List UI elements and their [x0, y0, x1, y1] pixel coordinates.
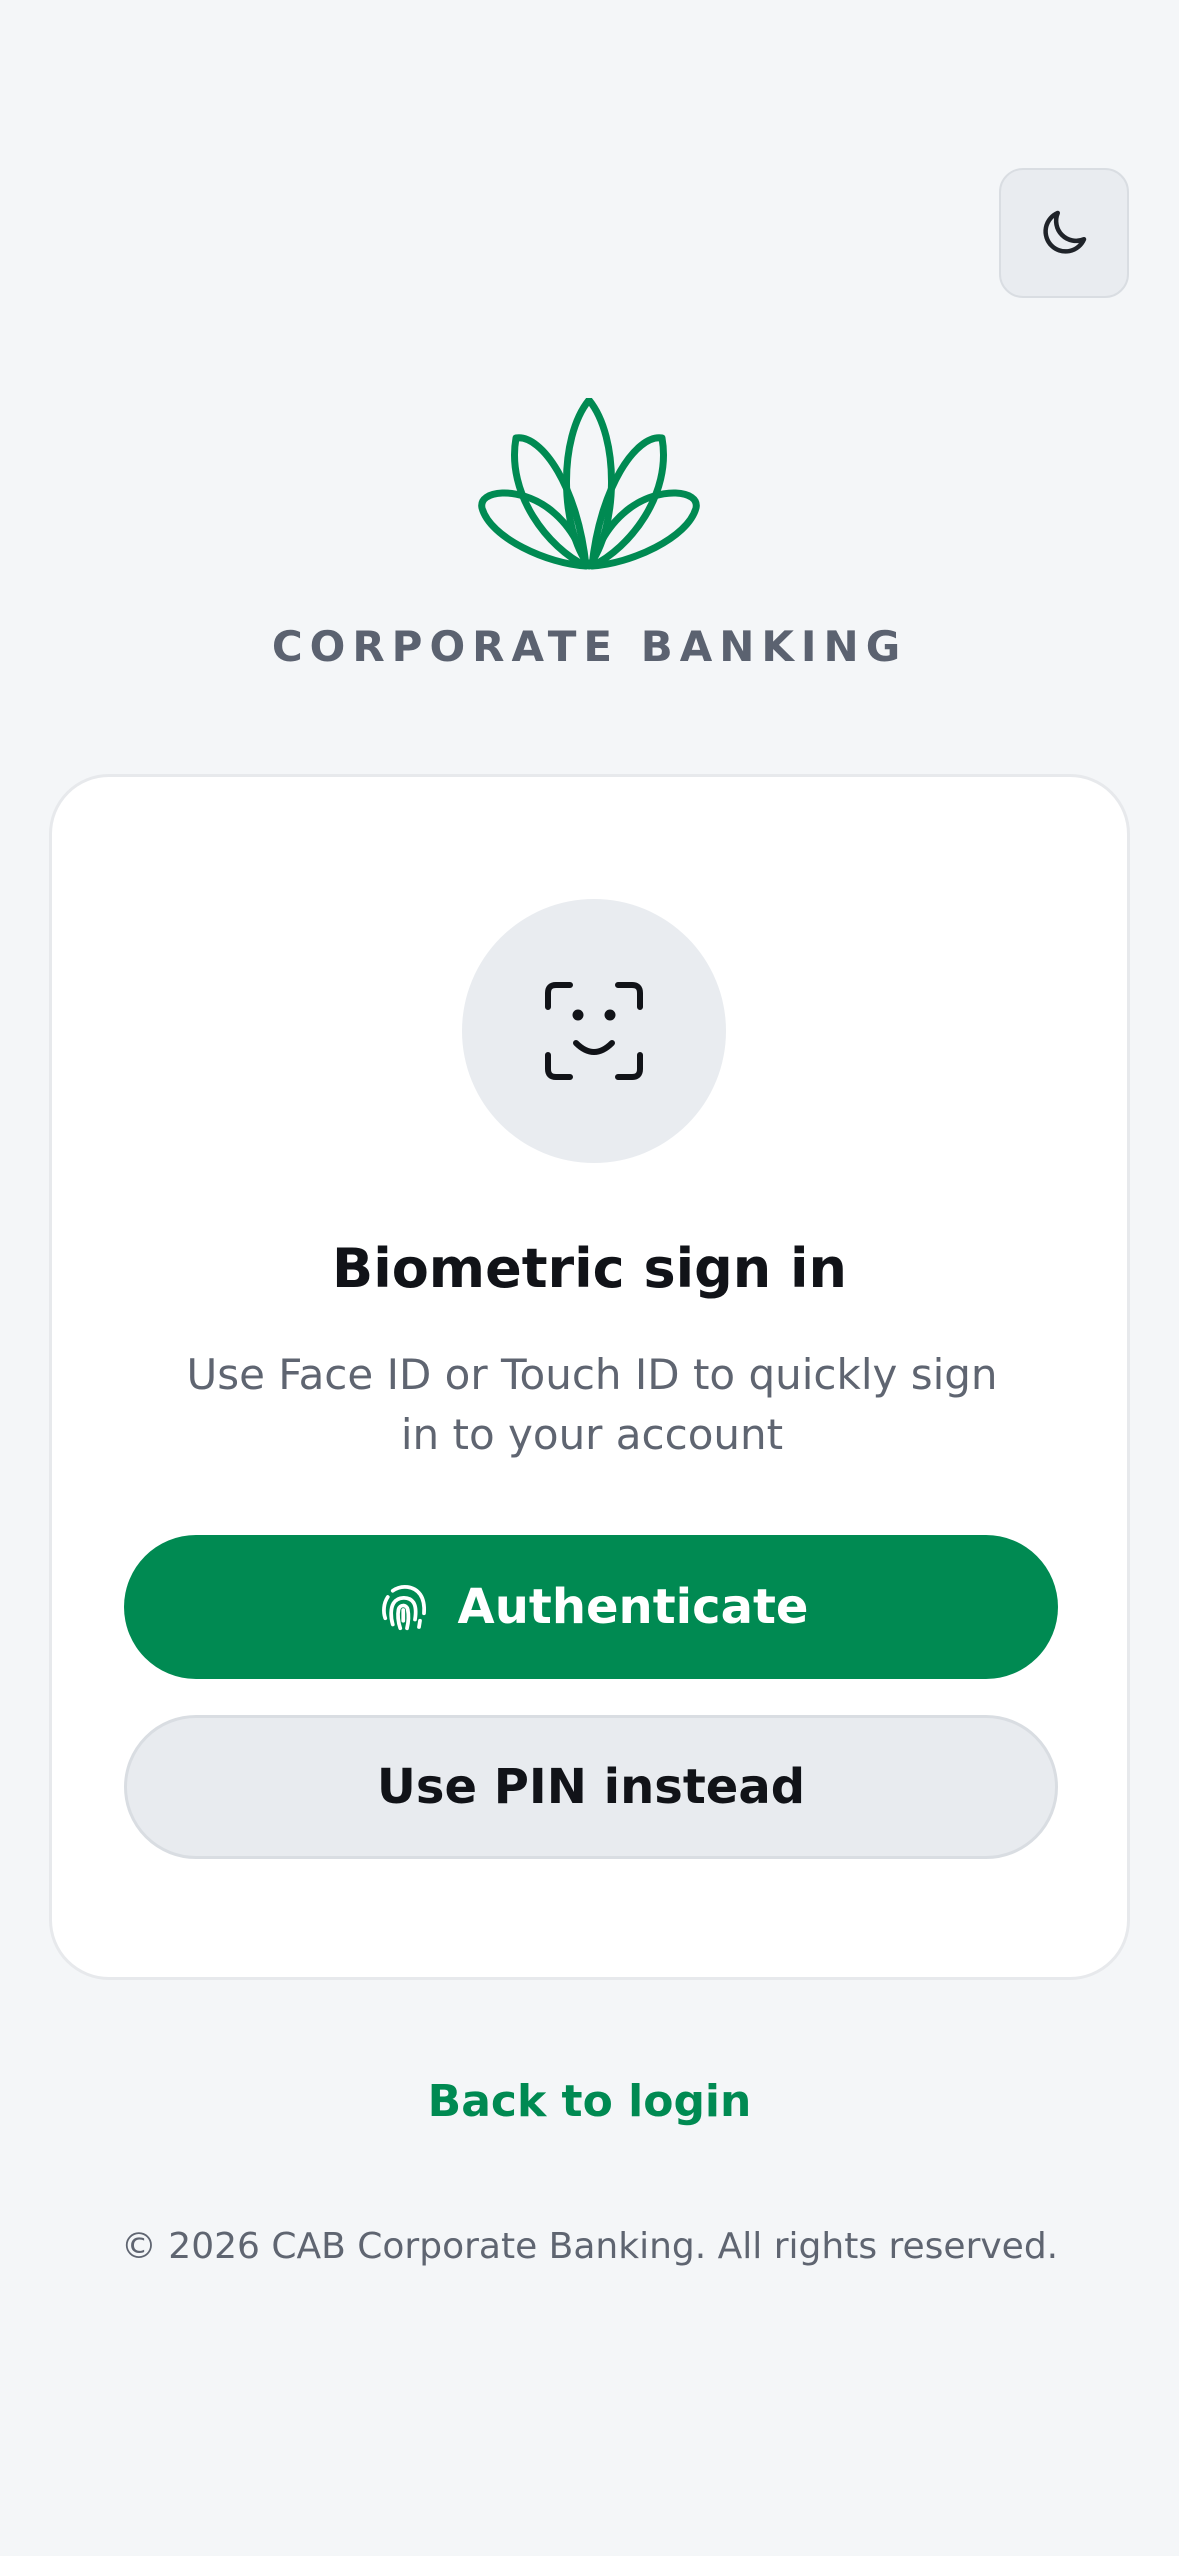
lotus-logo-icon: [478, 398, 700, 570]
brand-name: CORPORATE BANKING: [271, 622, 908, 671]
authenticate-button[interactable]: Authenticate: [124, 1535, 1058, 1679]
theme-toggle-button[interactable]: [999, 168, 1129, 298]
back-to-login-link[interactable]: Back to login: [0, 2076, 1179, 2127]
fingerprint-icon: [381, 1585, 426, 1631]
biometric-card: Biometric sign in Use Face ID or Touch I…: [49, 774, 1130, 1980]
face-id-icon: [545, 982, 643, 1080]
footer-copyright: © 2026 CAB Corporate Banking. All rights…: [120, 2226, 1059, 2267]
card-subtitle: Use Face ID or Touch ID to quickly sign …: [186, 1350, 998, 1459]
moon-icon: [1043, 210, 1087, 254]
use-pin-label: Use PIN instead: [376, 1759, 806, 1815]
use-pin-button[interactable]: Use PIN instead: [124, 1715, 1058, 1859]
card-title: Biometric sign in: [332, 1237, 847, 1300]
face-id-badge: [462, 899, 726, 1163]
authenticate-label: Authenticate: [457, 1579, 809, 1635]
